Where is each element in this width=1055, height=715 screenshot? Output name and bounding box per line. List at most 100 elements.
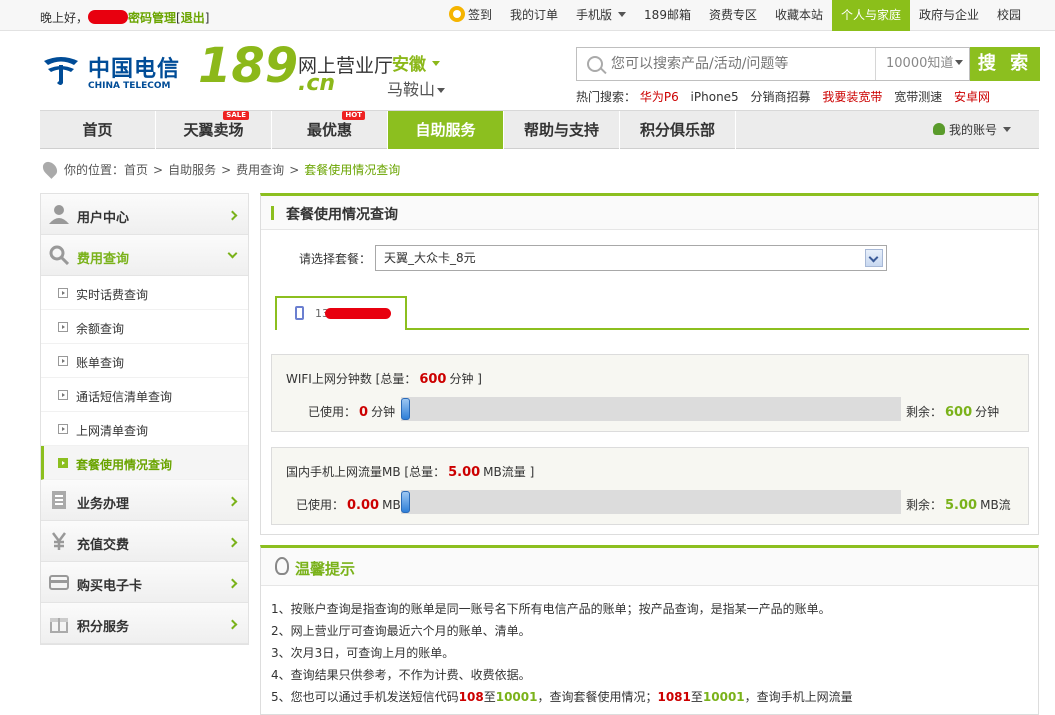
used-unit: MB	[382, 498, 401, 512]
package-select[interactable]: 天翼_大众卡_8元	[375, 245, 887, 271]
sidebar-item-label: 实时话费查询	[76, 288, 149, 302]
my-orders-link[interactable]: 我的订单	[501, 0, 567, 31]
tip-item: 1、按账户查询是指查询的账单是同一账号名下所有电信产品的账单；按产品查询，是指某…	[271, 602, 831, 616]
hot-term-link[interactable]: 宽带测速	[894, 90, 942, 104]
chevron-down-icon	[437, 88, 446, 93]
breadcrumb-link[interactable]: 自助服务	[168, 163, 216, 177]
sidebar-group-label: 费用查询	[77, 252, 130, 267]
sidebar-item-label: 套餐使用情况查询	[76, 458, 173, 472]
hot-term-link[interactable]: 华为P6	[640, 90, 679, 104]
usage-card-wifi: WIFI上网分钟数 [总量： 600 分钟 ] 已使用： 0 分钟 剩余： 600 分钟	[271, 354, 1029, 432]
hot-term-link[interactable]: 我要装宽带	[822, 90, 882, 104]
search-input[interactable]	[611, 54, 871, 74]
hot-term-link[interactable]: 分销商招募	[751, 90, 811, 104]
gov-enterprise-link[interactable]: 政府与企业	[910, 0, 988, 31]
sidebar-group-user-center[interactable]: 用户中心	[41, 194, 248, 235]
mail-189-link[interactable]: 189邮箱	[635, 0, 700, 31]
nav-self-service[interactable]: 自助服务	[388, 111, 504, 149]
my-account-label: 我的账号	[948, 123, 997, 137]
main-nav: 首页 天翼卖场 SALE 最优惠 HOT 自助服务 帮助与支持 积分俱乐部 我的账号	[40, 110, 1039, 149]
location-pin-icon	[40, 159, 60, 179]
chevron-down-icon	[618, 12, 627, 17]
sidebar-item-label: 账单查询	[76, 356, 125, 370]
nav-best-deals[interactable]: 最优惠 HOT	[272, 111, 388, 149]
sidebar-item-call-sms-list[interactable]: 通话短信清单查询	[41, 378, 248, 412]
tab-phone-number[interactable]: 13	[275, 296, 407, 330]
breadcrumb: 你的位置：首页 > 自助服务 > 费用查询 > 套餐使用情况查询	[40, 159, 400, 180]
sidebar-group-points[interactable]: 积分服务	[41, 603, 248, 644]
sign-icon	[449, 6, 465, 22]
sidebar-item-package-usage[interactable]: 套餐使用情况查询	[41, 446, 248, 480]
sidebar-item-internet-list[interactable]: 上网清单查询	[41, 412, 248, 446]
sidebar-group-fee-query[interactable]: 费用查询	[41, 235, 248, 276]
password-manage-link[interactable]: 密码管理	[128, 11, 176, 25]
my-account-menu[interactable]: 我的账号	[932, 111, 1011, 149]
tips-panel: 温馨提示 1、按账户查询是指查询的账单是同一账号名下所有电信产品的账单；按产品查…	[260, 545, 1039, 715]
usage-used: 已使用： 0.00 MB	[296, 496, 401, 513]
used-label: 已使用：	[308, 405, 357, 419]
nav-label: 天翼卖场	[183, 121, 244, 139]
chevron-right-icon	[227, 619, 238, 630]
progress-knob	[401, 398, 410, 420]
remain-label: 剩余：	[906, 405, 943, 419]
tip-item: 3、次月3日，可查询上月的账单。	[271, 646, 455, 660]
header: 中国电信 CHINA TELECOM 189 网上营业厅 .cn 安徽 马鞍山 …	[0, 31, 1055, 109]
sign-in-link[interactable]: 签到	[440, 0, 501, 31]
personal-family-link[interactable]: 个人与家庭	[831, 0, 910, 31]
nav-label: 自助服务	[415, 121, 476, 139]
bookmark-link[interactable]: 收藏本站	[766, 0, 832, 31]
sidebar-item-realtime-fee[interactable]: 实时话费查询	[41, 276, 248, 310]
used-value: 0.00	[347, 498, 380, 513]
sidebar-group-recharge[interactable]: 充值交费	[41, 521, 248, 562]
tips-list: 1、按账户查询是指查询的账单是同一账号名下所有电信产品的账单；按产品查询，是指某…	[271, 598, 853, 708]
logout-link[interactable]: 退出	[181, 11, 205, 25]
progress-knob	[401, 491, 410, 513]
nav-home[interactable]: 首页	[40, 111, 156, 149]
hot-term-link[interactable]: iPhone5	[691, 90, 739, 104]
china-telecom-logo[interactable]: 中国电信 CHINA TELECOM	[40, 51, 185, 95]
remain-value: 5.00	[945, 498, 978, 513]
sms-code: 108	[458, 690, 484, 704]
breadcrumb-link[interactable]: 费用查询	[236, 163, 284, 177]
nav-help-support[interactable]: 帮助与支持	[504, 111, 620, 149]
campus-link[interactable]: 校园	[988, 0, 1030, 31]
sidebar-item-bill[interactable]: 账单查询	[41, 344, 248, 378]
panel-title: 套餐使用情况查询	[286, 207, 398, 223]
sign-in-label: 签到	[468, 8, 493, 22]
hot-badge: HOT	[342, 111, 365, 120]
sidebar-item-balance[interactable]: 余额查询	[41, 310, 248, 344]
hot-term-link[interactable]: 安卓网	[954, 90, 990, 104]
redacted-username	[88, 10, 129, 24]
logo-en-text: CHINA TELECOM	[88, 81, 171, 91]
nav-label: 首页	[82, 121, 113, 139]
usage-title-suffix: MB流量 ]	[483, 465, 535, 479]
breadcrumb-link[interactable]: 首页	[124, 163, 148, 177]
usage-title-text: 国内手机上网流量MB [总量：	[286, 465, 446, 479]
city-label: 马鞍山	[387, 80, 436, 99]
logo-cn-text: 中国电信	[88, 56, 181, 82]
hot-search: 热门搜索： 华为P6 iPhone5 分销商招募 我要装宽带 宽带测速 安卓网	[576, 88, 998, 105]
search-icon	[49, 245, 69, 265]
sms-code: 1081	[657, 690, 691, 704]
tip-text: 5、您也可以通过手机发送短信代码	[271, 690, 459, 704]
chevron-down-icon[interactable]	[865, 249, 883, 267]
search-button[interactable]: 搜 索	[970, 47, 1040, 81]
sidebar-group-business[interactable]: 业务办理	[41, 480, 248, 521]
greeting-text: 晚上好，	[40, 11, 89, 25]
remain-unit: MB流	[980, 498, 1011, 512]
nav-tianyi-mall[interactable]: 天翼卖场 SALE	[156, 111, 272, 149]
tariff-zone-link[interactable]: 资费专区	[700, 0, 766, 31]
top-bar: 晚上好， 密码管理[退出] 签到 我的订单 手机版 189邮箱 资费专区 收藏本站…	[0, 0, 1055, 31]
sidebar-item-label: 余额查询	[76, 322, 125, 336]
sidebar-group-ecard[interactable]: 购买电子卡	[41, 562, 248, 603]
sale-badge: SALE	[223, 111, 249, 120]
usage-used: 已使用： 0 分钟	[308, 403, 395, 420]
package-usage-panel: 套餐使用情况查询 请选择套餐： 天翼_大众卡_8元 13 WIFI上网分钟数 […	[260, 193, 1039, 535]
mobile-version-link[interactable]: 手机版	[567, 0, 635, 31]
search-scope-select[interactable]: 10000知道	[875, 48, 970, 80]
province-selector[interactable]: 安徽	[392, 50, 440, 75]
city-selector[interactable]: 马鞍山	[387, 76, 446, 100]
usage-title: 国内手机上网流量MB [总量： 5.00 MB流量 ]	[286, 463, 534, 480]
nav-points-club[interactable]: 积分俱乐部	[620, 111, 736, 149]
search-box: 10000知道	[576, 47, 970, 81]
